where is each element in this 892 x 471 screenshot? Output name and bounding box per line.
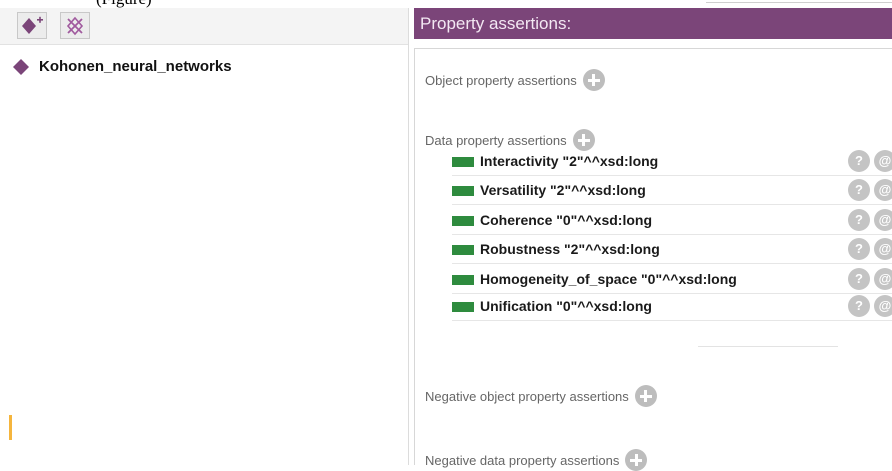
add-individual-button[interactable] — [17, 12, 47, 39]
assertions-content: Object property assertions Data property… — [414, 48, 892, 471]
data-assertion-row[interactable]: Versatility "2"^^xsd:long ? @ — [452, 177, 892, 205]
add-negative-data-property-button[interactable] — [625, 449, 648, 471]
section-label: Data property assertions — [425, 132, 567, 148]
annotate-button[interactable]: @ — [874, 150, 892, 172]
assertion-text: Robustness "2"^^xsd:long — [480, 241, 660, 257]
assertion-text: Homogeneity_of_space "0"^^xsd:long — [480, 271, 737, 287]
data-property-icon — [452, 275, 474, 285]
data-property-icon — [452, 157, 474, 167]
property-assertions-pane: Property assertions: Object property ass… — [414, 8, 892, 471]
annotate-button[interactable]: @ — [874, 238, 892, 260]
section-label: Negative object property assertions — [425, 388, 629, 404]
individuals-toolbar — [0, 8, 408, 45]
data-assertion-row[interactable]: Unification "0"^^xsd:long ? @ — [452, 293, 892, 321]
object-property-section: Object property assertions — [425, 69, 605, 91]
assertion-text: Versatility "2"^^xsd:long — [480, 182, 646, 198]
data-property-icon — [452, 216, 474, 226]
assertion-text: Coherence "0"^^xsd:long — [480, 212, 652, 228]
data-assertion-row[interactable]: Interactivity "2"^^xsd:long ? @ — [452, 148, 892, 176]
panel-header: Property assertions: — [414, 8, 892, 39]
diamond-plus-icon — [22, 16, 43, 34]
assertion-text: Unification "0"^^xsd:long — [480, 298, 652, 314]
add-object-property-button[interactable] — [582, 69, 605, 91]
annotate-button[interactable]: @ — [874, 209, 892, 231]
tree-item-kohonen[interactable]: Kohonen_neural_networks — [13, 58, 232, 75]
help-button[interactable]: ? — [848, 150, 870, 172]
annotate-button[interactable]: @ — [874, 179, 892, 201]
help-button[interactable]: ? — [848, 295, 870, 317]
data-property-icon — [452, 186, 474, 196]
assertion-text: Interactivity "2"^^xsd:long — [480, 153, 659, 169]
data-property-icon — [452, 245, 474, 255]
divider — [698, 346, 838, 347]
section-label: Object property assertions — [425, 72, 577, 88]
negative-data-property-section: Negative data property assertions — [425, 449, 648, 471]
annotate-button[interactable]: @ — [874, 268, 892, 290]
help-button[interactable]: ? — [848, 238, 870, 260]
annotate-button[interactable]: @ — [874, 295, 892, 317]
delete-individual-button[interactable] — [60, 12, 90, 39]
data-assertion-row[interactable]: Homogeneity_of_space "0"^^xsd:long ? @ — [452, 266, 892, 294]
add-negative-object-property-button[interactable] — [634, 385, 657, 407]
data-assertion-row[interactable]: Coherence "0"^^xsd:long ? @ — [452, 207, 892, 235]
section-label: Negative data property assertions — [425, 452, 620, 468]
selection-marker — [9, 415, 12, 440]
data-property-icon — [452, 302, 474, 312]
negative-object-property-section: Negative object property assertions — [425, 385, 657, 407]
diamond-icon — [13, 58, 29, 75]
help-button[interactable]: ? — [848, 179, 870, 201]
individuals-pane: Kohonen_neural_networks — [0, 8, 409, 465]
data-assertion-row[interactable]: Robustness "2"^^xsd:long ? @ — [452, 236, 892, 264]
help-button[interactable]: ? — [848, 268, 870, 290]
diamond-cross-icon — [66, 16, 84, 35]
tree-item-label: Kohonen_neural_networks — [39, 58, 232, 75]
help-button[interactable]: ? — [848, 209, 870, 231]
divider — [706, 2, 892, 3]
